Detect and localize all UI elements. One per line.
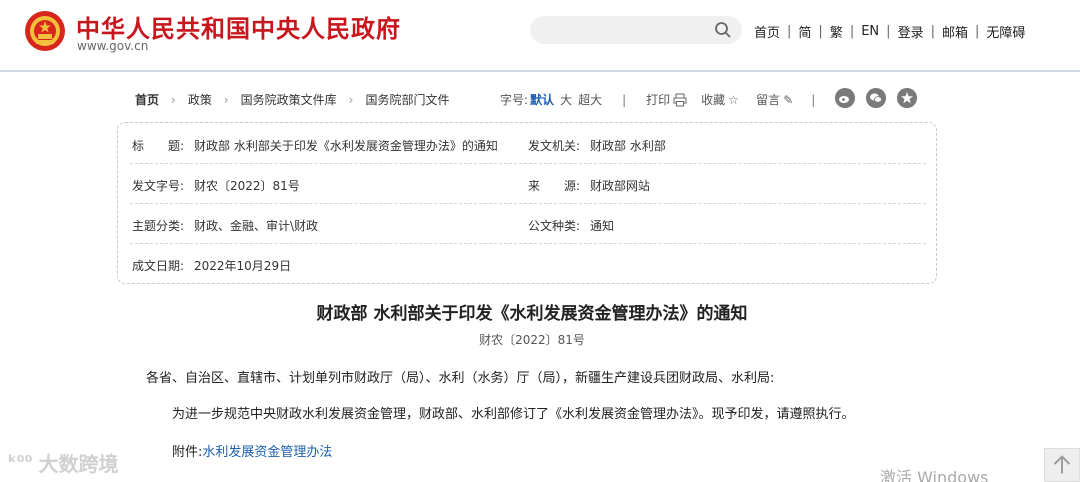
info-topic-key: 主题分类: [132, 219, 185, 233]
site-url: www.gov.cn [77, 39, 149, 53]
search-input[interactable] [530, 16, 742, 44]
chevron-right-icon: › [171, 92, 176, 107]
row-divider [130, 243, 926, 244]
divider: | [811, 92, 816, 107]
chevron-right-icon: › [223, 92, 229, 107]
info-type-key: 公文种类: [528, 219, 581, 233]
info-topic-value: 财政、金融、审计\财政 [194, 219, 319, 233]
watermark: ᵏ⁰⁰ 大数跨境 [8, 448, 119, 477]
nav-mail[interactable]: 邮箱 [942, 22, 968, 41]
info-title: 标 题: 财政部 水利部关于印发《水利发展资金管理办法》的通知 [132, 137, 498, 154]
article-greeting: 各省、自治区、直辖市、计划单列市财政厅（局）、水利（水务）厅（局），新疆生产建设… [146, 371, 775, 386]
info-date: 成文日期: 2022年10月29日 [132, 257, 291, 274]
info-issuer-value: 财政部 水利部 [590, 139, 666, 153]
favorite-button[interactable]: 收藏 [701, 91, 725, 108]
weibo-icon[interactable] [835, 88, 855, 108]
top-nav: 首页 | 简 | 繁 | EN | 登录 | 邮箱 | 无障碍 [754, 22, 1025, 41]
info-issuer-key: 发文机关: [528, 139, 581, 153]
breadcrumb-home[interactable]: 首页 [135, 91, 159, 108]
breadcrumb-dept-files[interactable]: 国务院部门文件 [365, 91, 449, 108]
breadcrumb-policy[interactable]: 政策 [188, 91, 212, 108]
favorite-star-icon[interactable] [897, 88, 917, 108]
site-header: 中华人民共和国中央人民政府 www.gov.cn 首页 | 简 | 繁 | EN | 登… [0, 0, 1080, 72]
divider: | [930, 24, 935, 39]
comment-button[interactable]: 留言 [756, 91, 780, 108]
font-size-label: 字号: [500, 93, 529, 107]
attachment-link[interactable]: 水利发展资金管理办法 [202, 445, 332, 460]
nav-home[interactable]: 首页 [754, 22, 780, 41]
info-topic: 主题分类: 财政、金融、审计\财政 [132, 217, 318, 234]
activate-windows-text: 激活 Windows [880, 468, 989, 482]
page-tools: 字号: 默认 大 超大 | 打印 收藏 ☆ 留言 ✎ | [500, 91, 829, 108]
print-button[interactable]: 打印 [646, 91, 670, 108]
wechat-icon[interactable] [866, 88, 886, 108]
article-attachment: 附件:水利发展资金管理办法 [172, 441, 332, 460]
pencil-icon[interactable]: ✎ [783, 93, 797, 107]
divider: | [787, 24, 792, 39]
divider: | [974, 24, 980, 39]
info-title-key: 标 题: [132, 139, 185, 153]
info-source: 来 源: 财政部网站 [528, 177, 650, 194]
breadcrumb-policy-library[interactable]: 国务院政策文件库 [241, 91, 337, 108]
printer-icon[interactable] [673, 93, 687, 107]
nav-simplified[interactable]: 简 [798, 22, 811, 41]
info-docno: 发文字号: 财农〔2022〕81号 [132, 177, 300, 194]
back-to-top-button[interactable] [1044, 448, 1080, 482]
info-title-value: 财政部 水利部关于印发《水利发展资金管理办法》的通知 [194, 139, 498, 153]
divider: | [849, 24, 855, 39]
watermark-logo-icon: ᵏ⁰⁰ [8, 452, 33, 473]
nav-traditional[interactable]: 繁 [830, 22, 843, 41]
font-size-default[interactable]: 默认 [530, 91, 554, 108]
attachment-label: 附件: [172, 445, 203, 460]
row-divider [130, 163, 926, 164]
divider: | [622, 92, 627, 107]
chevron-right-icon: › [348, 92, 354, 107]
article-docno: 财农〔2022〕81号 [479, 333, 585, 347]
article-title: 财政部 水利部关于印发《水利发展资金管理办法》的通知 [316, 304, 748, 324]
info-source-key: 来 源: [528, 179, 581, 193]
info-source-value: 财政部网站 [590, 179, 651, 193]
row-divider [130, 203, 926, 204]
nav-accessibility[interactable]: 无障碍 [986, 22, 1025, 41]
font-size-large[interactable]: 大 [560, 91, 572, 108]
breadcrumb: 首页 › 政策 › 国务院政策文件库 › 国务院部门文件 [135, 91, 450, 108]
info-date-value: 2022年10月29日 [194, 259, 292, 273]
arrow-up-icon [1053, 455, 1071, 474]
divider: | [818, 24, 823, 39]
star-icon[interactable]: ☆ [728, 93, 742, 107]
info-docno-value: 财农〔2022〕81号 [194, 179, 300, 193]
info-date-key: 成文日期: [132, 259, 185, 273]
info-type: 公文种类: 通知 [528, 217, 614, 234]
watermark-text: 大数跨境 [38, 452, 119, 476]
divider: | [886, 24, 891, 39]
nav-login[interactable]: 登录 [898, 22, 924, 41]
nav-english[interactable]: EN [861, 24, 879, 39]
document-info-table: 标 题: 财政部 水利部关于印发《水利发展资金管理办法》的通知 发文机关: 财政部 … [117, 122, 937, 284]
info-type-value: 通知 [590, 219, 615, 233]
national-emblem-icon[interactable] [24, 10, 66, 52]
font-size-xlarge[interactable]: 超大 [578, 91, 602, 108]
info-docno-key: 发文字号: [132, 179, 185, 193]
info-issuer: 发文机关: 财政部 水利部 [528, 137, 666, 154]
article-body: 为进一步规范中央财政水利发展资金管理，财政部、水利部修订了《水利发展资金管理办法… [172, 407, 855, 422]
search-icon[interactable] [714, 21, 732, 39]
